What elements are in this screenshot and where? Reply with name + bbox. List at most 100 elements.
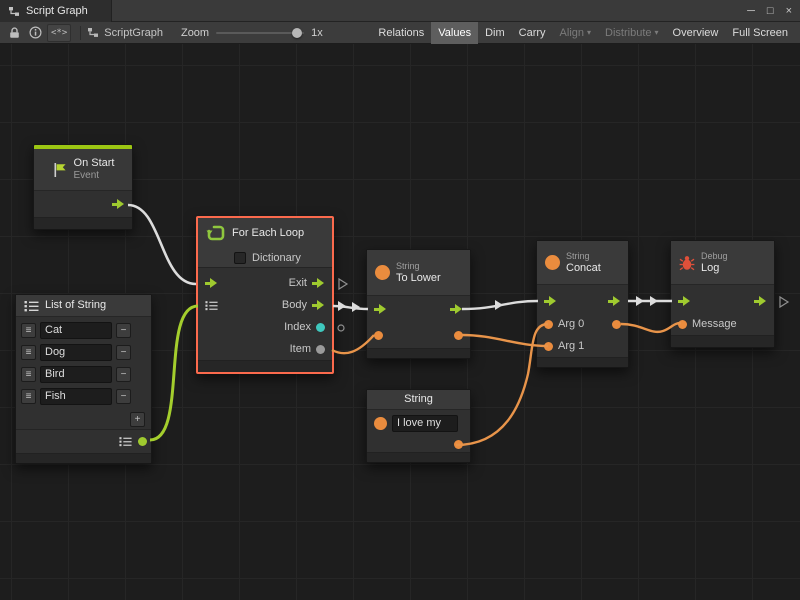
arg0-input-port[interactable] xyxy=(544,320,553,329)
carry-button[interactable]: Carry xyxy=(512,22,553,44)
remove-item-button[interactable]: − xyxy=(116,345,131,360)
remove-item-button[interactable]: − xyxy=(116,389,131,404)
graph-icon xyxy=(8,6,20,17)
drag-handle[interactable]: ≡ xyxy=(21,389,36,404)
index-output-port[interactable] xyxy=(316,323,325,332)
flow-input-port[interactable] xyxy=(544,296,557,306)
string-value-input[interactable] xyxy=(392,415,458,432)
node-footer xyxy=(367,452,470,462)
string-type-icon xyxy=(374,417,387,430)
list-item: ≡ − xyxy=(21,319,146,341)
node-to-lower[interactable]: String To Lower xyxy=(366,249,471,359)
port-row xyxy=(367,296,470,322)
flow-output-port[interactable] xyxy=(608,296,621,306)
flow-input-port[interactable] xyxy=(374,304,387,314)
node-concat[interactable]: String Concat Arg 0 xyxy=(536,240,629,368)
zoom-slider[interactable] xyxy=(216,32,304,34)
arg1-input-port[interactable] xyxy=(544,342,553,351)
exit-port-label: Exit xyxy=(289,277,307,289)
node-title: Log xyxy=(701,262,728,275)
arg1-label: Arg 1 xyxy=(558,340,584,352)
item-output-port[interactable] xyxy=(316,345,325,354)
list-item: ≡ − xyxy=(21,385,146,407)
zoom-slider-knob[interactable] xyxy=(292,28,302,38)
literal-value-row xyxy=(367,410,470,436)
flow-input-port[interactable] xyxy=(678,296,691,306)
node-title: Concat xyxy=(566,262,601,275)
list-item-input[interactable] xyxy=(40,388,112,405)
node-for-each-loop[interactable]: For Each Loop Dictionary Exit xyxy=(196,216,334,374)
zoom-label: Zoom xyxy=(181,27,209,39)
list-icon xyxy=(119,436,132,447)
node-title: For Each Loop xyxy=(232,227,304,240)
string-output-port[interactable] xyxy=(454,440,463,449)
port-row xyxy=(367,322,470,348)
node-header: Debug Log xyxy=(671,241,774,285)
list-item: ≡ − xyxy=(21,341,146,363)
message-input-port[interactable] xyxy=(678,320,687,329)
info-icon[interactable] xyxy=(26,24,44,42)
dictionary-checkbox[interactable] xyxy=(234,252,246,264)
node-header: String To Lower xyxy=(367,250,470,296)
relations-button[interactable]: Relations xyxy=(371,22,431,44)
flow-output-port[interactable] xyxy=(450,304,463,314)
code-view-button[interactable]: <*> xyxy=(47,24,71,42)
tab-script-graph[interactable]: Script Graph xyxy=(0,0,112,22)
zoom-value: 1x xyxy=(311,27,323,39)
minimize-button[interactable]: ─ xyxy=(747,5,755,17)
list-item: ≡ − xyxy=(21,363,146,385)
node-subtitle: Event xyxy=(74,170,115,182)
body-port-label: Body xyxy=(282,299,307,311)
dim-button[interactable]: Dim xyxy=(478,22,512,44)
script-graph-window: Script Graph ─ □ × <*> xyxy=(0,0,800,600)
flow-output-port[interactable] xyxy=(754,296,767,306)
full-screen-button[interactable]: Full Screen xyxy=(725,22,795,44)
distribute-button[interactable]: Distribute▾ xyxy=(598,22,665,44)
port-rows: Message xyxy=(671,285,774,335)
list-output-row xyxy=(16,429,151,453)
port-row: Arg 0 xyxy=(537,313,628,335)
result-output-port[interactable] xyxy=(612,320,621,329)
node-category: String xyxy=(566,251,601,262)
lock-icon[interactable] xyxy=(5,24,23,42)
string-input-port[interactable] xyxy=(374,331,383,340)
overview-button[interactable]: Overview xyxy=(666,22,726,44)
node-category: Debug xyxy=(701,251,728,262)
flow-input-port[interactable] xyxy=(205,278,218,288)
graph-canvas[interactable]: On Start Event List of String xyxy=(0,44,800,600)
port-row: Index xyxy=(198,316,332,338)
node-list-of-string[interactable]: List of String ≡ − ≡ − ≡ − xyxy=(15,294,152,464)
node-on-start[interactable]: On Start Event xyxy=(33,144,133,230)
remove-item-button[interactable]: − xyxy=(116,367,131,382)
port-row xyxy=(367,436,470,452)
flow-output-port[interactable] xyxy=(112,199,125,209)
port-row: Message xyxy=(671,313,774,335)
drag-handle[interactable]: ≡ xyxy=(21,345,36,360)
body-output-port[interactable] xyxy=(312,300,325,310)
remove-item-button[interactable]: − xyxy=(116,323,131,338)
close-button[interactable]: × xyxy=(786,5,792,17)
node-string-literal[interactable]: String xyxy=(366,389,471,463)
dictionary-label: Dictionary xyxy=(252,252,301,264)
drag-handle[interactable]: ≡ xyxy=(21,323,36,338)
add-item-button[interactable]: + xyxy=(130,412,145,427)
chevron-down-icon: ▾ xyxy=(587,29,591,37)
node-footer xyxy=(198,360,332,372)
node-footer xyxy=(16,453,151,463)
node-footer xyxy=(34,217,132,229)
exit-output-port[interactable] xyxy=(312,278,325,288)
drag-handle[interactable]: ≡ xyxy=(21,367,36,382)
list-item-input[interactable] xyxy=(40,322,112,339)
zoom-control: Zoom 1x xyxy=(181,27,323,39)
list-icon xyxy=(24,300,39,312)
node-debug-log[interactable]: Debug Log Message xyxy=(670,240,775,348)
node-title: String xyxy=(404,393,433,406)
collection-input-port[interactable] xyxy=(205,300,218,311)
list-item-input[interactable] xyxy=(40,344,112,361)
align-button[interactable]: Align▾ xyxy=(553,22,598,44)
values-button[interactable]: Values xyxy=(431,22,478,44)
list-item-input[interactable] xyxy=(40,366,112,383)
string-output-port[interactable] xyxy=(454,331,463,340)
list-output-port[interactable] xyxy=(138,437,147,446)
maximize-button[interactable]: □ xyxy=(767,5,774,17)
